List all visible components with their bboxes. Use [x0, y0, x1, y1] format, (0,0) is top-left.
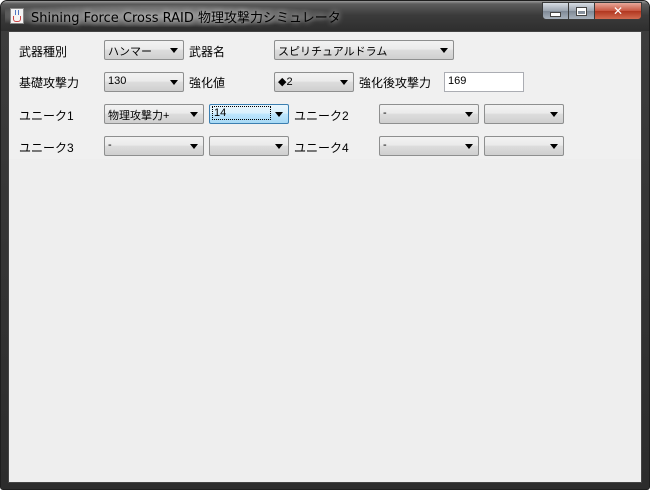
unique1-type-value: 物理攻撃力+: [108, 110, 170, 122]
chevron-down-icon: [170, 48, 178, 53]
unique1-amount-value: 14: [212, 106, 271, 120]
maximize-icon: [576, 6, 587, 16]
unique4-type-combo[interactable]: -: [379, 136, 479, 156]
chevron-down-icon: [550, 112, 558, 117]
unique2-amount-combo[interactable]: [484, 104, 564, 124]
enhanced-attack-field[interactable]: 169: [444, 72, 524, 92]
close-icon: ✕: [612, 4, 624, 18]
enhanced-attack-label: 強化後攻撃力: [359, 76, 432, 90]
unique1-type-combo[interactable]: 物理攻撃力+: [104, 104, 204, 124]
enhance-combo[interactable]: ◆2: [274, 72, 354, 92]
unique4-amount-combo[interactable]: [484, 136, 564, 156]
chevron-down-icon: [275, 144, 283, 149]
window-title: Shining Force Cross RAID 物理攻撃力シミュレータ: [31, 11, 341, 26]
enhance-value: ◆2: [278, 76, 293, 88]
java-app-icon[interactable]: [10, 8, 24, 24]
minimize-icon: [550, 11, 561, 17]
weapon-type-combo[interactable]: ハンマー: [104, 40, 184, 60]
weapon-name-value: スピリチュアルドラム: [278, 46, 388, 58]
unique1-label: ユニーク1: [19, 109, 74, 123]
unique2-label: ユニーク2: [294, 109, 349, 123]
chevron-down-icon: [465, 144, 473, 149]
unique4-label: ユニーク4: [294, 141, 349, 155]
unique3-label: ユニーク3: [19, 141, 74, 155]
unique3-amount-combo[interactable]: [209, 136, 289, 156]
weapon-name-combo[interactable]: スピリチュアルドラム: [274, 40, 454, 60]
unique3-type-value: -: [108, 139, 112, 151]
weapon-type-label: 武器種別: [19, 45, 68, 59]
title-bar[interactable]: Shining Force Cross RAID 物理攻撃力シミュレータ ✕: [1, 1, 649, 31]
chevron-down-icon: [550, 144, 558, 149]
base-attack-value: 130: [108, 75, 127, 87]
weapon-name-label: 武器名: [189, 45, 226, 59]
enhance-label: 強化値: [189, 76, 226, 90]
chevron-down-icon: [170, 80, 178, 85]
close-button[interactable]: ✕: [594, 2, 642, 20]
enhanced-attack-value: 169: [448, 75, 467, 87]
maximize-button[interactable]: [568, 2, 595, 20]
app-window: Shining Force Cross RAID 物理攻撃力シミュレータ ✕ 武…: [0, 0, 650, 490]
minimize-button[interactable]: [542, 2, 569, 20]
weapon-type-value: ハンマー: [108, 46, 152, 58]
chevron-down-icon: [275, 112, 283, 117]
base-attack-label: 基礎攻撃力: [19, 76, 80, 90]
chevron-down-icon: [190, 112, 198, 117]
chevron-down-icon: [440, 48, 448, 53]
chevron-down-icon: [340, 80, 348, 85]
unique2-type-combo[interactable]: -: [379, 104, 479, 124]
unique2-type-value: -: [383, 107, 387, 119]
unique3-type-combo[interactable]: -: [104, 136, 204, 156]
chevron-down-icon: [465, 112, 473, 117]
unique1-amount-combo[interactable]: 14: [209, 104, 289, 124]
base-attack-combo[interactable]: 130: [104, 72, 184, 92]
chevron-down-icon: [190, 144, 198, 149]
unique4-type-value: -: [383, 139, 387, 151]
client-area: 武器種別 ハンマー 武器名 スピリチュアルドラム 基礎攻撃力 130 強化値 ◆…: [8, 31, 642, 483]
